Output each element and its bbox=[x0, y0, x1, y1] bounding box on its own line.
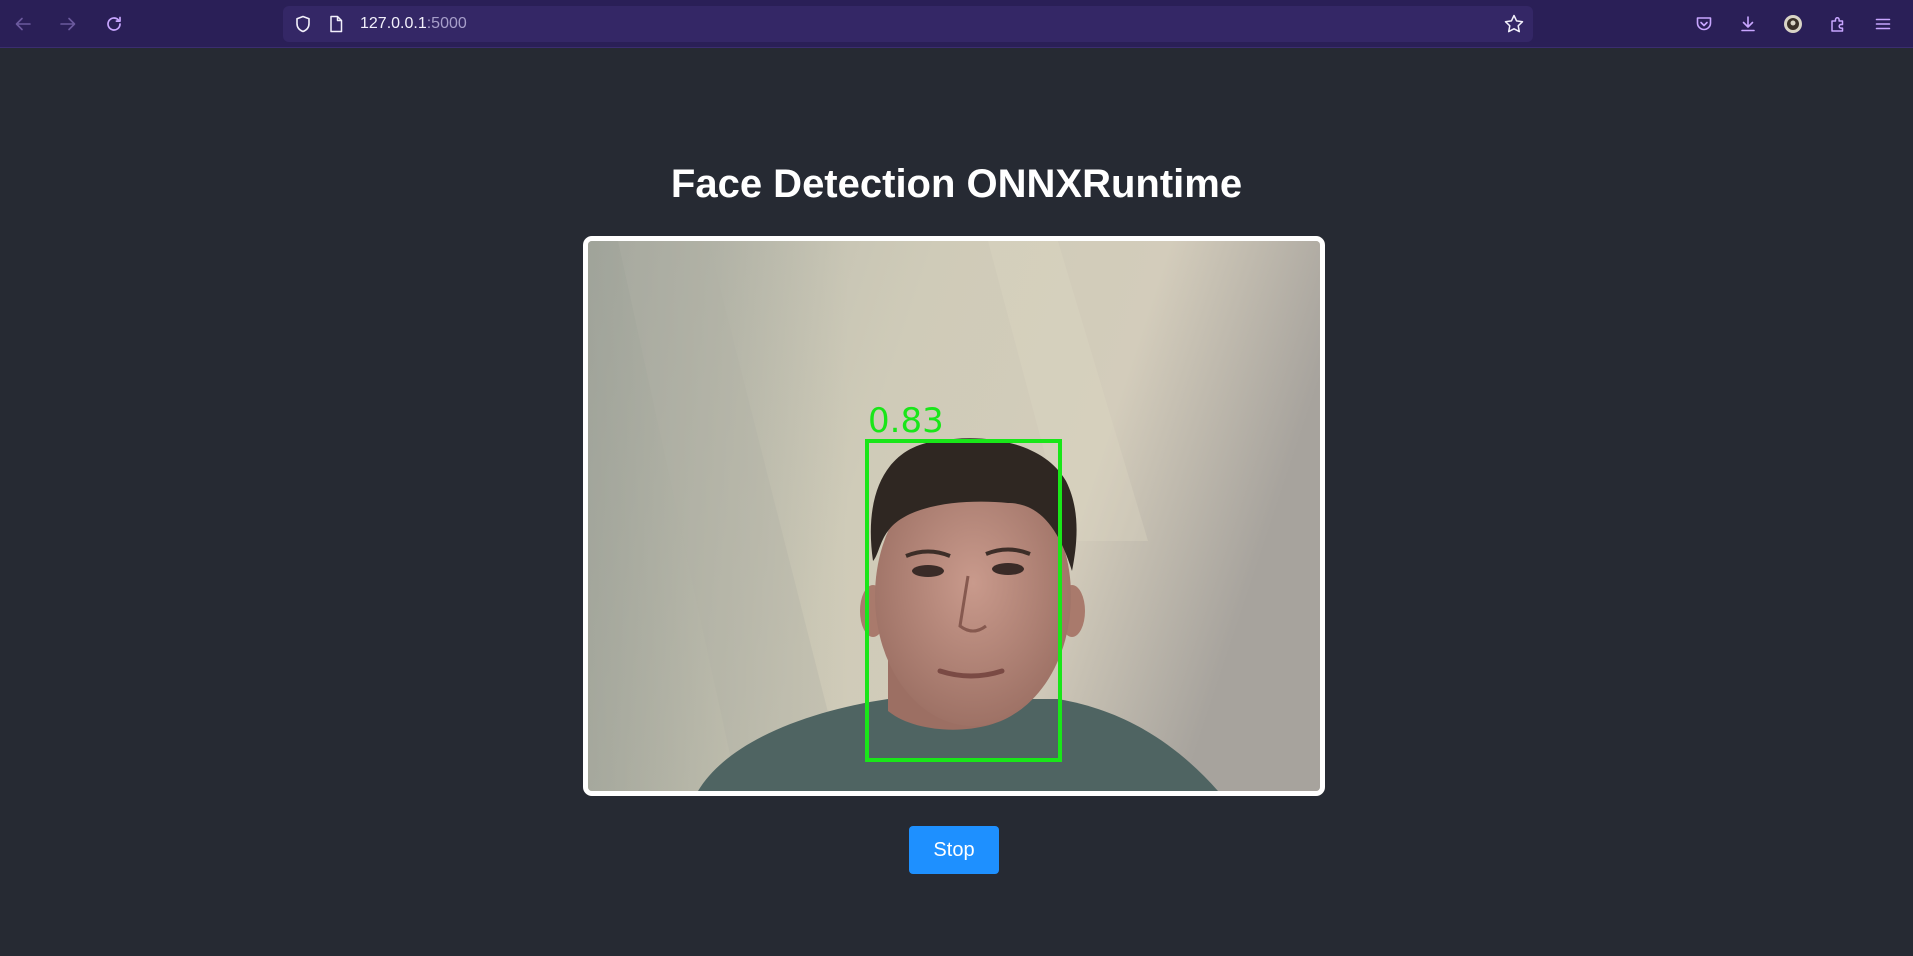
menu-icon bbox=[1875, 18, 1891, 30]
pocket-button[interactable] bbox=[1688, 8, 1720, 40]
back-button[interactable] bbox=[7, 8, 39, 40]
page-icon[interactable] bbox=[326, 14, 346, 34]
shield-icon[interactable] bbox=[293, 14, 313, 34]
stop-button[interactable]: Stop bbox=[909, 826, 999, 874]
bookmark-star-icon[interactable] bbox=[1503, 13, 1525, 35]
browser-toolbar: 127.0.0.1:5000 bbox=[0, 0, 1913, 48]
url-host: 127.0.0.1 bbox=[360, 15, 427, 32]
account-avatar-icon bbox=[1784, 15, 1802, 33]
forward-button[interactable] bbox=[52, 8, 84, 40]
url-bar[interactable]: 127.0.0.1:5000 bbox=[283, 6, 1533, 42]
downloads-button[interactable] bbox=[1732, 8, 1764, 40]
extensions-button[interactable] bbox=[1822, 8, 1854, 40]
pocket-icon bbox=[1696, 17, 1712, 31]
reload-icon bbox=[107, 16, 121, 31]
download-icon bbox=[1741, 16, 1755, 32]
menu-button[interactable] bbox=[1867, 8, 1899, 40]
webcam-frame-image: 0.83 bbox=[588, 241, 1320, 791]
extensions-icon bbox=[1831, 16, 1844, 32]
url-port: :5000 bbox=[426, 15, 467, 32]
back-arrow-icon bbox=[15, 17, 31, 31]
detection-score: 0.83 bbox=[868, 401, 944, 441]
forward-arrow-icon bbox=[60, 17, 76, 31]
reload-button[interactable] bbox=[98, 8, 130, 40]
account-button[interactable] bbox=[1777, 8, 1809, 40]
page-title: Face Detection ONNXRuntime bbox=[670, 162, 1243, 206]
url-text[interactable]: 127.0.0.1:5000 bbox=[360, 15, 467, 33]
video-stream: 0.83 bbox=[583, 236, 1325, 796]
